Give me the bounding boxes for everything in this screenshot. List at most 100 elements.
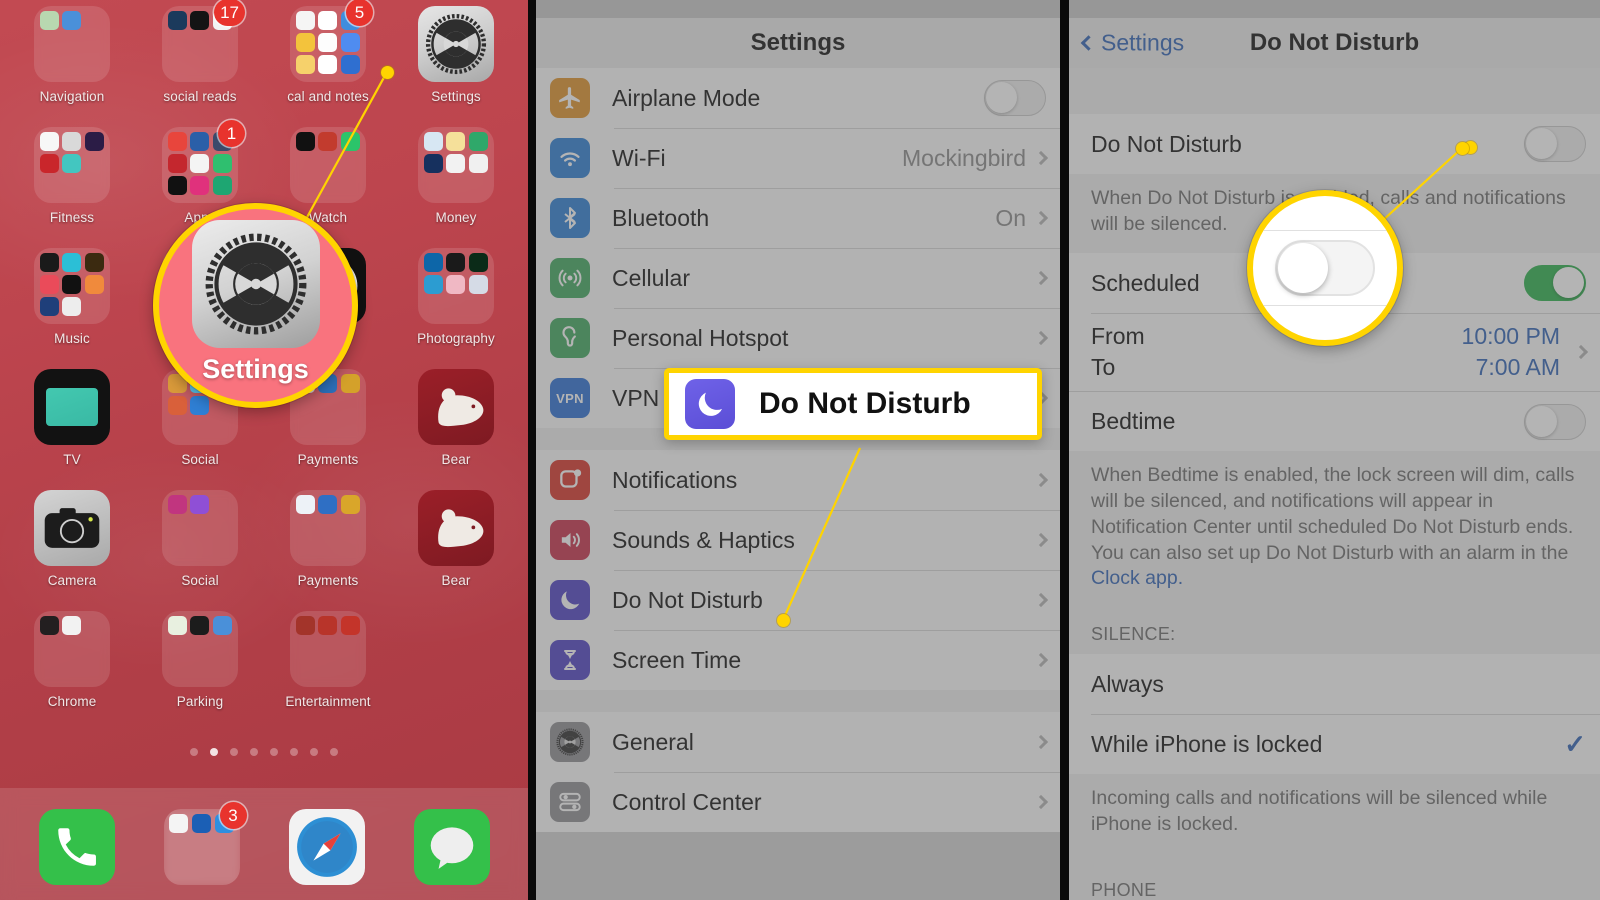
page-dot-4[interactable] <box>250 748 258 756</box>
app-tile-wrap[interactable] <box>162 611 238 687</box>
folder-tile[interactable] <box>290 490 366 566</box>
folder-tile[interactable] <box>290 611 366 687</box>
folder-tile[interactable] <box>34 248 110 324</box>
clock-app-link[interactable]: Clock app. <box>1091 567 1183 589</box>
home-app-chrome[interactable]: Chrome <box>8 611 136 732</box>
settings-icon-magnifier: Settings <box>153 203 358 408</box>
bear-app-icon[interactable] <box>418 490 494 566</box>
settings-row-control-center[interactable]: Control Center <box>536 772 1060 832</box>
app-tile-wrap[interactable] <box>34 127 110 203</box>
home-app-payments[interactable]: Payments <box>264 490 392 611</box>
safari-app-icon[interactable] <box>288 809 365 885</box>
app-tile-wrap[interactable] <box>34 6 110 82</box>
home-app-music[interactable]: Music <box>8 248 136 369</box>
page-dot-8[interactable] <box>330 748 338 756</box>
app-tile-wrap[interactable]: 5 <box>290 0 373 82</box>
settings-row-general[interactable]: General <box>536 712 1060 772</box>
app-tile-wrap[interactable] <box>34 369 110 445</box>
folder-tile[interactable] <box>34 127 110 203</box>
settings-row-bluetooth[interactable]: Bluetooth On <box>536 188 1060 248</box>
magnified-toggle[interactable] <box>1275 240 1375 296</box>
folder-tile[interactable] <box>418 127 494 203</box>
folder-mini-icon <box>341 55 361 74</box>
home-app-navigation[interactable]: Navigation <box>8 6 136 127</box>
settings-app-icon[interactable] <box>418 6 494 82</box>
app-tile-wrap[interactable] <box>34 248 110 324</box>
phone-app-icon[interactable] <box>38 809 115 885</box>
folder-tile[interactable] <box>34 6 110 82</box>
tv-app-icon[interactable] <box>34 369 110 445</box>
folder-mini-icon <box>39 132 59 151</box>
bear-app-icon[interactable] <box>418 369 494 445</box>
settings-row-personal-hotspot[interactable]: Personal Hotspot <box>536 308 1060 368</box>
page-dot-6[interactable] <box>290 748 298 756</box>
settings-row-notifications[interactable]: Notifications <box>536 450 1060 510</box>
dock-app-safari[interactable] <box>288 809 365 885</box>
home-app-photography[interactable]: Photography <box>392 248 520 369</box>
app-tile-wrap[interactable] <box>290 490 366 566</box>
home-app-settings[interactable]: Settings <box>392 6 520 127</box>
silence-option-while-iphone-is-locked[interactable]: While iPhone is locked ✓ <box>1069 714 1600 775</box>
camera-app-icon[interactable] <box>34 490 110 566</box>
page-dot-1[interactable] <box>190 748 198 756</box>
silence-option-always[interactable]: Always <box>1069 654 1600 715</box>
row-value: Mockingbird <box>902 144 1026 171</box>
folder-tile[interactable] <box>162 490 238 566</box>
scheduled-toggle[interactable] <box>1524 265 1586 302</box>
row-label: Always <box>1091 670 1164 697</box>
app-tile-wrap[interactable]: 17 <box>162 0 245 82</box>
page-dot-2[interactable] <box>210 748 218 756</box>
app-tile-wrap[interactable] <box>162 490 238 566</box>
dock-app-phone[interactable] <box>38 809 115 885</box>
settings-row-do-not-disturb[interactable]: Do Not Disturb <box>536 570 1060 630</box>
page-dot-5[interactable] <box>270 748 278 756</box>
settings-row-screen-time[interactable]: Screen Time <box>536 630 1060 690</box>
airplane-mode-toggle[interactable] <box>984 80 1046 116</box>
home-app-money[interactable]: Money <box>392 127 520 248</box>
folder-mini-icon <box>446 154 466 173</box>
back-button[interactable]: Settings <box>1080 30 1184 57</box>
page-indicator-dots[interactable] <box>0 748 528 756</box>
app-tile-wrap[interactable] <box>290 611 366 687</box>
folder-tile[interactable] <box>34 611 110 687</box>
app-tile-wrap[interactable] <box>418 248 494 324</box>
settings-group-3: General Control Center <box>536 712 1060 832</box>
dock-app-mail[interactable]: 3 <box>163 802 247 885</box>
folder-mini-icon <box>190 396 210 415</box>
home-app-bear[interactable]: Bear <box>392 369 520 490</box>
app-tile-wrap[interactable] <box>34 490 110 566</box>
home-app-camera[interactable]: Camera <box>8 490 136 611</box>
row-do-not-disturb[interactable]: Do Not Disturb <box>1069 114 1600 174</box>
folder-tile[interactable] <box>290 127 366 203</box>
settings-row-cellular[interactable]: Cellular <box>536 248 1060 308</box>
app-label: Entertainment <box>285 694 371 709</box>
app-tile-wrap[interactable]: 1 <box>162 120 245 203</box>
home-app-social-reads[interactable]: 17 social reads <box>136 0 264 127</box>
messages-app-icon[interactable] <box>413 809 490 885</box>
folder-tile[interactable] <box>418 248 494 324</box>
page-dot-3[interactable] <box>230 748 238 756</box>
folder-tile[interactable] <box>162 611 238 687</box>
settings-row-wi-fi[interactable]: Wi-Fi Mockingbird <box>536 128 1060 188</box>
home-app-entertainment[interactable]: Entertainment <box>264 611 392 732</box>
home-app-bear[interactable]: Bear <box>392 490 520 611</box>
home-app-fitness[interactable]: Fitness <box>8 127 136 248</box>
app-tile-wrap[interactable] <box>418 369 494 445</box>
settings-row-sounds-haptics[interactable]: Sounds & Haptics <box>536 510 1060 570</box>
home-app-tv[interactable]: TV <box>8 369 136 490</box>
folder-mini-icon <box>62 154 82 173</box>
row-bedtime[interactable]: Bedtime <box>1069 391 1600 452</box>
app-tile-wrap[interactable] <box>290 127 366 203</box>
bedtime-toggle[interactable] <box>1524 403 1586 440</box>
page-dot-7[interactable] <box>310 748 318 756</box>
app-tile-wrap[interactable] <box>418 127 494 203</box>
do-not-disturb-toggle[interactable] <box>1524 126 1586 162</box>
home-app-parking[interactable]: Parking <box>136 611 264 732</box>
settings-row-airplane-mode[interactable]: Airplane Mode <box>536 68 1060 128</box>
dock-app-messages[interactable] <box>413 809 490 885</box>
app-tile-wrap[interactable] <box>418 490 494 566</box>
app-tile-wrap[interactable] <box>34 611 110 687</box>
home-app-cal-and-notes[interactable]: 5 cal and notes <box>264 0 392 127</box>
app-tile-wrap[interactable] <box>418 6 494 82</box>
home-app-social[interactable]: Social <box>136 490 264 611</box>
